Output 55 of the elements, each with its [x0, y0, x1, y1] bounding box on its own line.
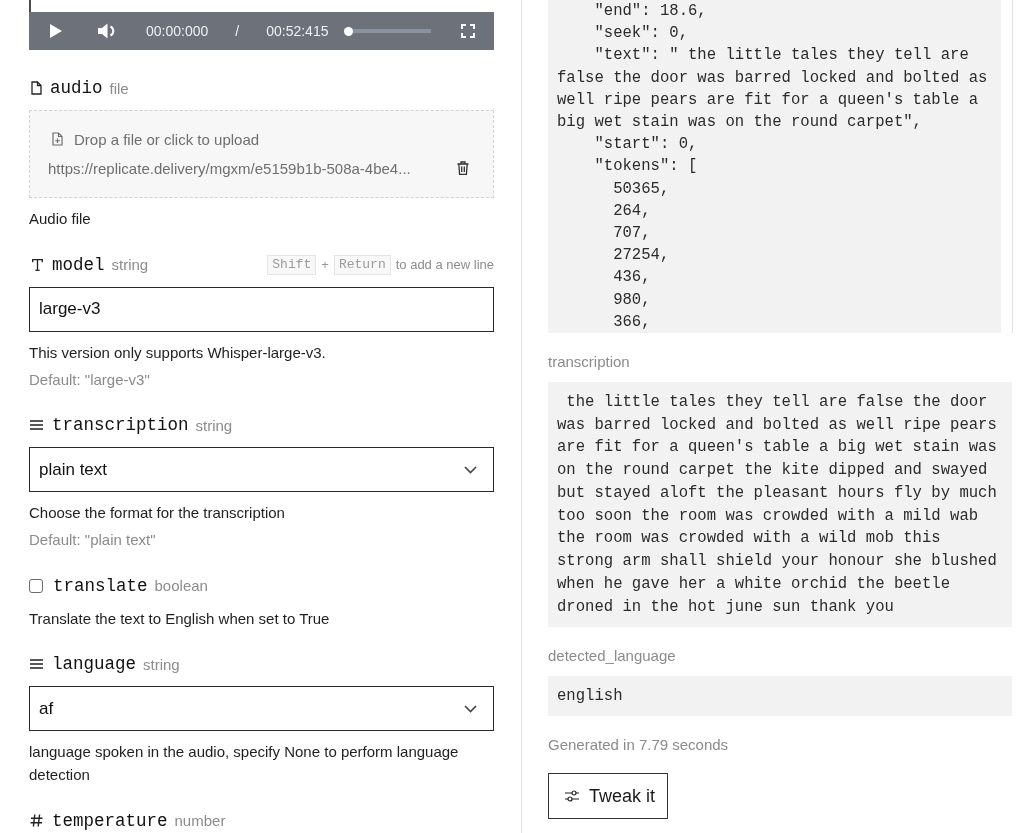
key-joiner: +: [321, 257, 329, 272]
field-description: Audio file: [29, 209, 92, 229]
field-name: model: [52, 254, 105, 275]
upload-dropzone[interactable]: Drop a file or click to upload https://replicate.delivery/mgxm/e5159b1b-508a-4be4...: [29, 110, 494, 198]
select-field[interactable]: af: [29, 686, 494, 731]
field-name: transcription: [52, 415, 189, 435]
chevron-down-icon: [464, 465, 477, 474]
text-type-icon: [32, 258, 43, 271]
field-description: language spoken in the audio, specify None to perform language detection: [29, 742, 460, 785]
upload-prompt: Drop a file or click to upload: [74, 130, 260, 148]
checkbox[interactable]: [29, 578, 43, 593]
generation-time: Generated in 7.79 seconds: [548, 735, 730, 756]
list-lines-icon: [30, 659, 43, 669]
field-description: Translate the text to English when set to True: [29, 608, 331, 629]
duration-time: 00:52:415: [266, 23, 329, 39]
key-cap: Shift: [267, 254, 317, 275]
default-value: Default: "large-v3": [29, 369, 151, 390]
field-description: Choose the format for the transcription: [29, 503, 286, 523]
list-lines-icon: [30, 420, 43, 430]
seek-track[interactable]: [344, 26, 432, 36]
volume-icon[interactable]: [98, 23, 116, 39]
current-time: 00:00:000: [146, 23, 209, 39]
field-type: string: [195, 416, 233, 434]
field-name: translate: [53, 575, 148, 596]
field-type: string: [143, 655, 180, 673]
trash-icon[interactable]: [457, 161, 469, 175]
json-output: "end": 18.6, "seek": 0, "text": " the little tales they tell are false the door was barred locked and bolted as well ripe pears are fit for a queen's table a big wet stain was on the round carpet", "start": 0, "tokens": [ 50365, 264, 707, 27254, 436, 980, 366,: [548, 0, 1002, 333]
output-label: transcription: [548, 352, 631, 372]
file-plus-icon: [52, 132, 63, 146]
field-type: boolean: [154, 577, 208, 594]
field-name: audio: [50, 78, 103, 98]
field-name: temperature: [52, 810, 168, 831]
output-label: detected_language: [548, 646, 677, 666]
seek-thumb[interactable]: [344, 26, 354, 36]
tweak-button[interactable]: Tweak it: [548, 773, 669, 820]
text-field[interactable]: large-v3: [29, 286, 494, 332]
hint-text: to add a new line: [395, 257, 494, 272]
file-icon: [31, 81, 42, 95]
field-type: string: [111, 256, 149, 273]
output-value: english: [548, 676, 1013, 717]
field-type: file: [109, 79, 129, 97]
time-separator: /: [235, 23, 240, 39]
hash-icon: [30, 814, 43, 827]
select-field[interactable]: plain text: [29, 447, 494, 492]
play-icon[interactable]: [50, 24, 62, 38]
field-description: This version only supports Whisper-large-v3.: [29, 342, 327, 363]
field-name: language: [52, 654, 136, 674]
output-value: the little tales they tell are false the door was barred locked and bolted as well ripe pears are fit for a queen's table a big wet stain was on the round carpet the kite dipped and swayed but stayed aloft the pleasant hours fly by much too soon the room was crowded with a mild wab the room was crowded with a wild mob this strong arm shall shield your honour she blushed when he gave her a white orchid the beetle droned in the hot june sun thank you: [548, 382, 1013, 627]
field-type: number: [174, 812, 226, 829]
fullscreen-icon[interactable]: [461, 24, 476, 38]
file-url: https://replicate.delivery/mgxm/e5159b1b-508a-4be4...: [48, 159, 411, 177]
chevron-down-icon: [464, 704, 477, 713]
default-value: Default: "plain text": [29, 530, 157, 550]
sliders-icon: [565, 790, 579, 803]
key-cap: Return: [333, 254, 391, 275]
